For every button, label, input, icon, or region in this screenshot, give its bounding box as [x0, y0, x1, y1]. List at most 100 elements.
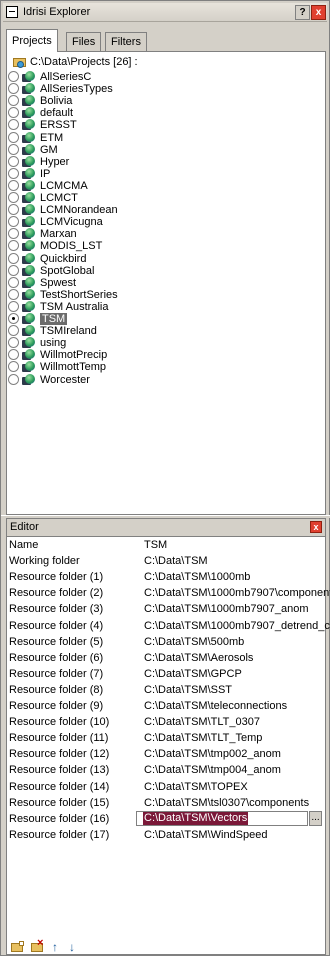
- project-radio-button[interactable]: [8, 361, 19, 373]
- editor-row-value: C:\Data\TSM\500mb: [144, 635, 245, 648]
- project-radio-button[interactable]: [8, 204, 19, 216]
- project-radio-button[interactable]: [8, 95, 19, 107]
- project-globe-icon: [22, 143, 35, 156]
- editor-row-value: TSM: [144, 539, 168, 551]
- editor-row[interactable]: Resource folder (15) C:\Data\TSM\tsl0307\…: [7, 795, 325, 811]
- project-item[interactable]: Worcester: [8, 373, 90, 387]
- project-radio-button[interactable]: [8, 192, 19, 203]
- editor-row[interactable]: Resource folder (10) C:\Data\TSM\TLT_0307: [7, 714, 325, 730]
- editor-row-value: C:\Data\TSM\1000mb7907_anom: [144, 603, 309, 616]
- arrow-down-icon[interactable]: ↓: [69, 941, 83, 953]
- project-radio-button[interactable]: [8, 264, 19, 276]
- project-globe-icon: [22, 360, 35, 373]
- editor-row[interactable]: Resource folder (9) C:\Data\TSM\teleconne…: [7, 698, 325, 714]
- editor-row[interactable]: Resource folder (8) C:\Data\TSM\SST: [7, 682, 325, 698]
- help-button[interactable]: ?: [295, 5, 310, 20]
- editor-row-value: C:\Data\TSM\tsl0307\components: [144, 796, 310, 809]
- project-globe-icon: [22, 167, 35, 180]
- project-radio-button[interactable]: [8, 83, 19, 95]
- editor-row-key: Resource folder (3): [9, 603, 104, 616]
- editor-row-key: Resource folder (8): [9, 683, 104, 696]
- project-globe-icon: [22, 276, 35, 289]
- project-radio-button[interactable]: [8, 179, 19, 191]
- editor-row-value: C:\Data\TSM\1000mb: [144, 571, 251, 584]
- new-folder-icon[interactable]: [11, 941, 25, 953]
- editor-row-value: C:\Data\TSM\teleconnections: [144, 700, 288, 712]
- arrow-up-icon[interactable]: ↑: [52, 941, 66, 953]
- editor-row[interactable]: Resource folder (1) C:\Data\TSM\1000mb: [7, 569, 325, 585]
- project-radio-button[interactable]: [8, 107, 19, 119]
- project-radio-button[interactable]: [8, 252, 19, 264]
- editor-row[interactable]: Resource folder (7) C:\Data\TSM\GPCP: [7, 666, 325, 682]
- editor-row[interactable]: Resource folder (14) C:\Data\TSM\TOPEX: [7, 779, 325, 795]
- resource-folder-edit-field[interactable]: C:\Data\TSM\Vectors: [136, 810, 308, 826]
- editor-row[interactable]: Resource folder (11) C:\Data\TSM\TLT_Temp: [7, 730, 325, 746]
- tab-projects[interactable]: Projects: [6, 29, 58, 52]
- editor-row-key: Resource folder (10): [9, 716, 110, 729]
- editor-row-value: C:\Data\TSM\WindSpeed: [144, 828, 268, 841]
- project-globe-icon: [22, 70, 35, 83]
- project-radio-button[interactable]: [8, 216, 19, 228]
- project-globe-icon: [22, 94, 35, 107]
- editor-row-value: C:\Data\TSM\Aerosols: [144, 651, 254, 664]
- editor-row-key: Resource folder (5): [9, 635, 104, 648]
- editor-row[interactable]: Resource folder (5) C:\Data\TSM\500mb: [7, 634, 325, 650]
- project-radio-button[interactable]: [8, 167, 19, 179]
- project-radio-button[interactable]: [8, 240, 19, 252]
- tab-filters[interactable]: Filters: [105, 32, 147, 51]
- project-radio-button[interactable]: [8, 155, 19, 167]
- project-radio-button[interactable]: [8, 288, 19, 300]
- editor-row-value: C:\Data\TSM\SST: [144, 683, 233, 696]
- editor-row-value: C:\Data\TSM\TLT_Temp: [144, 732, 263, 745]
- project-label: Worcester: [40, 373, 90, 386]
- project-globe-icon: [22, 118, 35, 131]
- delete-folder-icon[interactable]: [31, 937, 45, 953]
- project-radio-button[interactable]: [8, 228, 19, 240]
- project-radio-button[interactable]: [8, 71, 19, 82]
- editor-row-value: C:\Data\TSM\tmp004_anom: [144, 764, 281, 777]
- editor-close-button[interactable]: x: [310, 521, 322, 533]
- project-radio-button[interactable]: [8, 325, 19, 337]
- editor-row-key: Resource folder (1): [9, 571, 104, 584]
- editor-row[interactable]: Resource folder (17) C:\Data\TSM\WindSpee…: [7, 827, 325, 843]
- project-globe-icon: [22, 106, 35, 119]
- editor-row[interactable]: Resource folder (13) C:\Data\TSM\tmp004_a…: [7, 762, 325, 778]
- browse-folder-button[interactable]: ...: [309, 810, 322, 826]
- editor-row[interactable]: Working folder C:\Data\TSM: [7, 553, 325, 569]
- editor-row-key: Resource folder (6): [9, 651, 104, 664]
- editor-row-value: C:\Data\TSM\TLT_0307: [144, 716, 260, 729]
- tree-root[interactable]: C:\Data\Projects [26] :: [13, 55, 138, 69]
- project-radio-button[interactable]: [8, 300, 19, 312]
- project-radio-button[interactable]: [8, 143, 19, 155]
- editor-row[interactable]: Resource folder (4) C:\Data\TSM\1000mb790…: [7, 618, 330, 634]
- window-title: Idrisi Explorer: [23, 6, 91, 18]
- editor-row-key: Resource folder (16): [9, 812, 110, 825]
- project-globe-icon: [22, 252, 35, 265]
- editor-row[interactable]: Resource folder (2) C:\Data\TSM\1000mb790…: [7, 585, 330, 601]
- editor-row-key: Resource folder (14): [9, 780, 110, 793]
- project-globe-icon: [22, 203, 35, 216]
- project-globe-icon: [22, 288, 35, 301]
- editor-row[interactable]: Resource folder (16) C:\Data\TSM\Vectors.…: [7, 810, 325, 827]
- project-radio-button[interactable]: [8, 119, 19, 131]
- project-radio-button[interactable]: [8, 373, 19, 385]
- project-radio-button[interactable]: [8, 337, 19, 349]
- project-globe-icon: [22, 82, 35, 95]
- project-radio-button[interactable]: [8, 313, 19, 324]
- editor-row[interactable]: Name TSM: [7, 537, 325, 553]
- minimize-box-icon[interactable]: [6, 6, 18, 18]
- project-radio-button[interactable]: [8, 349, 19, 361]
- editor-row[interactable]: Resource folder (3) C:\Data\TSM\1000mb790…: [7, 601, 325, 617]
- idrisi-explorer-window: Idrisi Explorer ? x Projects Files Filte…: [0, 0, 330, 956]
- project-radio-button[interactable]: [8, 131, 19, 143]
- tab-files[interactable]: Files: [66, 32, 102, 51]
- close-button[interactable]: x: [311, 5, 326, 20]
- project-globe-icon: [22, 324, 35, 337]
- project-radio-button[interactable]: [8, 276, 19, 288]
- project-tree[interactable]: C:\Data\Projects [26] : AllSeriesC AllSer…: [6, 52, 326, 515]
- editor-row-value: C:\Data\TSM\GPCP: [144, 667, 242, 680]
- project-globe-icon: [22, 227, 35, 240]
- editor-row[interactable]: Resource folder (12) C:\Data\TSM\tmp002_a…: [7, 746, 325, 762]
- editor-row-key: Resource folder (12): [9, 748, 110, 761]
- editor-row[interactable]: Resource folder (6) C:\Data\TSM\Aerosols: [7, 650, 325, 666]
